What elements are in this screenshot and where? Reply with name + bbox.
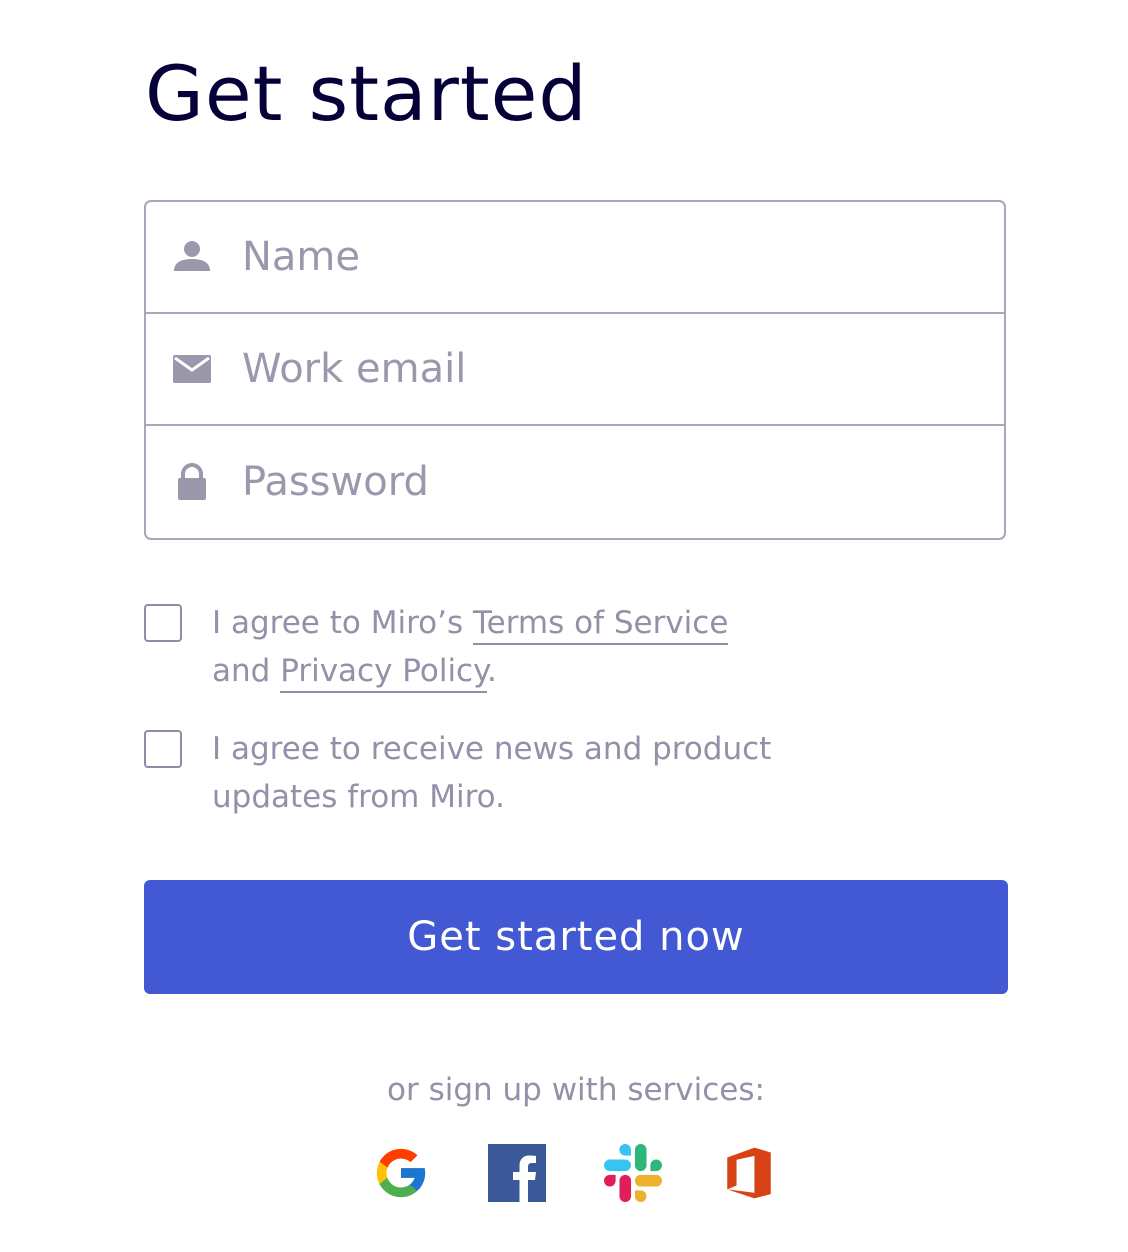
slack-signup-button[interactable] [603,1144,663,1206]
password-field-row [146,426,1004,538]
news-consent-text: I agree to receive news and product upda… [212,725,771,821]
news-line2-text: updates from Miro. [212,779,505,815]
terms-middle-text: and [212,653,281,689]
get-started-now-button[interactable]: Get started now [144,880,1008,994]
facebook-icon [488,1144,546,1206]
email-field-row [146,314,1004,426]
mail-icon [172,349,212,389]
google-signup-button[interactable] [371,1145,431,1205]
terms-suffix-text: . [487,653,497,689]
terms-of-service-link[interactable]: Terms of Service [472,605,729,645]
name-input[interactable] [242,202,984,312]
user-icon [172,237,212,277]
lock-icon [172,462,212,502]
google-icon [372,1144,430,1206]
signup-form [144,200,1006,540]
password-input[interactable] [242,426,984,538]
facebook-signup-button[interactable] [487,1144,547,1206]
terms-consent-text: I agree to Miro’s Terms of Service and P… [212,599,729,695]
privacy-policy-link[interactable]: Privacy Policy [280,653,488,693]
services-label: or sign up with services: [387,1072,765,1108]
office-signup-button[interactable] [719,1145,779,1205]
email-input[interactable] [242,314,984,424]
slack-icon [604,1144,662,1206]
page-title: Get started [145,49,588,138]
news-line1-text: I agree to receive news and product [212,731,772,767]
social-services [0,1144,1128,1206]
news-checkbox[interactable] [144,730,182,768]
office-icon [720,1144,778,1206]
name-field-row [146,202,1004,314]
terms-prefix-text: I agree to Miro’s [212,605,473,641]
terms-checkbox[interactable] [144,604,182,642]
